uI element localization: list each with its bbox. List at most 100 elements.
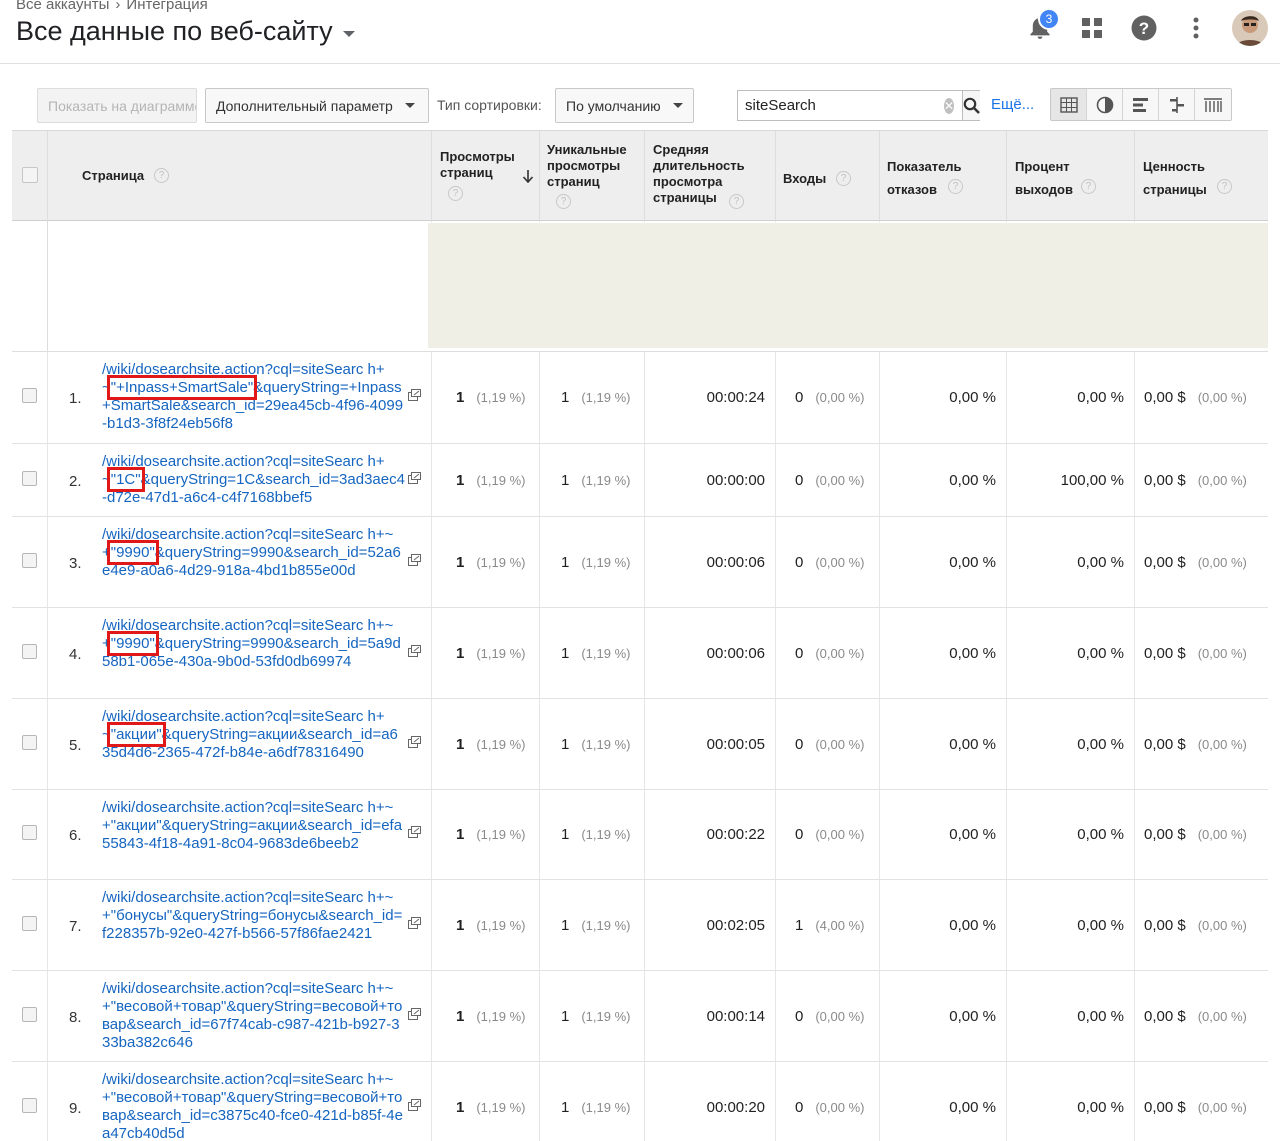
pivot-view-icon — [1204, 97, 1222, 112]
row-checkbox[interactable] — [22, 916, 37, 931]
row-checkbox[interactable] — [22, 388, 37, 403]
page-url-link[interactable]: /wiki/dosearchsite.action?cql=siteSearc … — [102, 526, 406, 580]
view-selector[interactable]: Все данные по веб-сайту — [16, 16, 355, 47]
bounce-cell: 0,00 % — [880, 608, 996, 698]
help-icon[interactable]: ? — [448, 186, 463, 201]
column-bounce-rate[interactable]: Показатель отказов ? — [880, 131, 1007, 222]
breadcrumb[interactable]: Все аккаунты › Интеграция — [16, 0, 208, 13]
column-exit-rate[interactable]: Процент выходов ? — [1007, 131, 1135, 222]
column-page-value[interactable]: Ценность страницы ? — [1135, 131, 1268, 222]
show-on-chart-button[interactable]: Показать на диаграмме — [37, 88, 197, 123]
pageviews-percent: (1,19 %) — [476, 1099, 526, 1115]
unique-percent: (1,19 %) — [581, 736, 631, 752]
help-icon[interactable]: ? — [948, 179, 963, 194]
row-number: 7. — [69, 918, 82, 935]
bar-view-button[interactable] — [1123, 89, 1159, 120]
unique-percent: (1,19 %) — [581, 554, 631, 570]
help-icon[interactable]: ? — [729, 194, 744, 209]
avg-time-value: 00:00:24 — [706, 389, 765, 406]
url-text: /wiki/dosearchsite.action?cql=siteSearc … — [102, 799, 403, 852]
page-url-link[interactable]: /wiki/dosearchsite.action?cql=siteSearc … — [102, 889, 406, 943]
entrances-cell: 0 (0,00 %) — [795, 352, 885, 443]
show-on-chart-label: Показать на диаграмме — [48, 97, 197, 114]
help-icon[interactable]: ? — [836, 171, 851, 186]
apps-button[interactable] — [1066, 4, 1118, 52]
notifications-button[interactable]: 3 — [1014, 4, 1066, 52]
avg-time-value: 00:00:06 — [706, 644, 765, 662]
advanced-filter-link[interactable]: Ещё... — [991, 96, 1034, 113]
page-value-cell: 0,00 $ (0,00 %) — [1144, 517, 1264, 607]
more-options-button[interactable] — [1170, 4, 1222, 52]
row-checkbox[interactable] — [22, 1007, 37, 1022]
row-checkbox[interactable] — [22, 553, 37, 568]
search-term-highlight: "акции" — [106, 722, 166, 747]
open-link-icon[interactable] — [408, 1008, 422, 1020]
help-icon[interactable]: ? — [154, 168, 169, 183]
page-value: 0,00 $ — [1144, 1007, 1186, 1025]
select-all-checkbox[interactable] — [22, 167, 38, 183]
help-icon[interactable]: ? — [556, 194, 571, 209]
compare-view-button[interactable] — [1159, 89, 1195, 120]
app-header: Все аккаунты › Интеграция Все данные по … — [0, 0, 1280, 64]
page-title[interactable]: Все данные по веб-сайту — [16, 16, 333, 47]
pageviews-value: 1 — [456, 1007, 465, 1025]
avatar[interactable] — [1232, 10, 1268, 46]
exit-value: 0,00 % — [1077, 735, 1124, 753]
column-page[interactable]: Страница ? — [48, 131, 432, 222]
row-checkbox[interactable] — [22, 471, 37, 486]
page-url-link[interactable]: /wiki/dosearchsite.action?cql=siteSearc … — [102, 980, 406, 1052]
open-link-icon[interactable] — [408, 1099, 422, 1111]
column-avg-time[interactable]: Средняя длительность просмотра страницы … — [645, 131, 776, 222]
column-pageviews[interactable]: Просмотры страниц ? — [432, 131, 540, 222]
search-input[interactable] — [738, 91, 944, 120]
column-avg-time-label: Средняя длительность просмотра страницы — [653, 142, 745, 205]
row-checkbox[interactable] — [22, 825, 37, 840]
column-unique-pageviews[interactable]: Уникальные просмотры страниц ? — [540, 131, 645, 222]
open-link-icon[interactable] — [408, 645, 422, 657]
pageviews-percent: (1,19 %) — [476, 827, 526, 842]
pivot-view-button[interactable] — [1195, 89, 1231, 120]
open-link-icon[interactable] — [408, 389, 422, 401]
row-checkbox[interactable] — [22, 735, 37, 750]
open-link-icon[interactable] — [408, 917, 422, 929]
row-checkbox[interactable] — [22, 1098, 37, 1113]
breadcrumb-property[interactable]: Интеграция — [126, 0, 207, 13]
open-link-icon[interactable] — [408, 826, 422, 838]
search-icon — [963, 97, 980, 114]
column-entrances[interactable]: Входы ? — [776, 131, 880, 222]
entrances-cell: 0 (0,00 %) — [795, 1062, 885, 1141]
table-row: 1. /wiki/dosearchsite.action?cql=siteSear… — [12, 352, 1268, 444]
page-url-link[interactable]: /wiki/dosearchsite.action?cql=siteSearc … — [102, 617, 406, 671]
exit-cell: 100,00 % — [1007, 444, 1124, 516]
pageviews-cell: 1 (1,19 %) — [456, 880, 546, 970]
clear-icon[interactable]: ✕ — [944, 97, 955, 114]
page-url-link[interactable]: /wiki/dosearchsite.action?cql=siteSearc … — [102, 708, 406, 762]
help-button[interactable]: ? — [1118, 4, 1170, 52]
open-link-icon[interactable] — [408, 736, 422, 748]
help-icon[interactable]: ? — [1217, 179, 1232, 194]
open-link-icon[interactable] — [408, 472, 422, 484]
page-value-cell: 0,00 $ (0,00 %) — [1144, 971, 1264, 1061]
page-value: 0,00 $ — [1144, 916, 1186, 934]
avg-time-value: 00:00:06 — [706, 553, 765, 571]
page-value: 0,00 $ — [1144, 644, 1186, 662]
sort-type-dropdown[interactable]: По умолчанию — [555, 88, 694, 123]
unique-value: 1 — [561, 1007, 570, 1025]
open-link-icon[interactable] — [408, 554, 422, 566]
chevron-down-icon[interactable] — [342, 30, 355, 37]
row-checkbox[interactable] — [22, 644, 37, 659]
page-url-link[interactable]: /wiki/dosearchsite.action?cql=siteSearc … — [102, 453, 406, 507]
secondary-dimension-dropdown[interactable]: Дополнительный параметр — [205, 88, 429, 123]
entrances-percent: (4,00 %) — [815, 917, 865, 933]
page-url-link[interactable]: /wiki/dosearchsite.action?cql=siteSearc … — [102, 361, 406, 433]
page-url-link[interactable]: /wiki/dosearchsite.action?cql=siteSearc … — [102, 799, 406, 853]
entrances-percent: (0,00 %) — [815, 736, 865, 752]
entrances-percent: (0,00 %) — [815, 827, 865, 842]
pageviews-cell: 1 (1,19 %) — [456, 699, 546, 789]
pie-view-button[interactable] — [1087, 89, 1123, 120]
help-icon[interactable]: ? — [1081, 179, 1096, 194]
page-url-link[interactable]: /wiki/dosearchsite.action?cql=siteSearc … — [102, 1071, 406, 1141]
table-view-button[interactable] — [1051, 89, 1087, 120]
breadcrumb-accounts[interactable]: Все аккаунты — [16, 0, 109, 13]
search-button[interactable] — [962, 91, 981, 120]
